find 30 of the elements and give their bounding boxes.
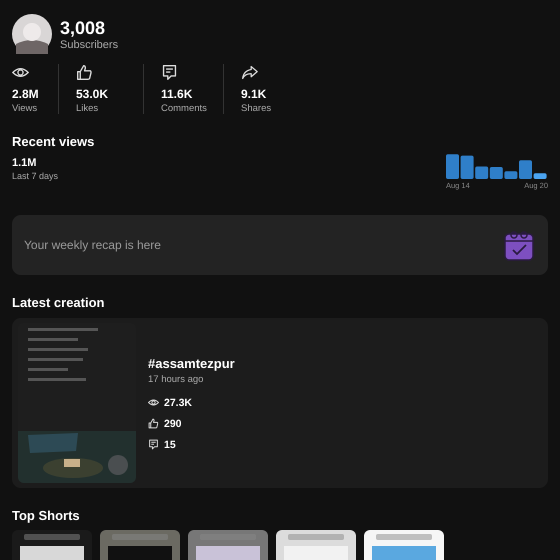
- thumbs-up-icon: [76, 64, 93, 81]
- recap-text: Your weekly recap is here: [24, 238, 161, 252]
- stat-label: Shares: [241, 103, 272, 114]
- thumbs-up-icon: [148, 418, 159, 429]
- avatar: [12, 14, 52, 54]
- comment-icon: [161, 64, 178, 81]
- views-total: 1.1M: [12, 157, 38, 169]
- section-title: Recent views: [12, 134, 96, 149]
- share-icon: [241, 64, 258, 81]
- metric-value: 27.3K: [164, 396, 192, 408]
- stat-value: 2.8M: [12, 87, 39, 101]
- stat-value: 53.0K: [76, 87, 108, 101]
- subscriber-count: 3,008: [60, 18, 106, 38]
- subscribers-label: Subscribers: [60, 38, 118, 50]
- section-title: Latest creation: [12, 295, 106, 310]
- latest-video-card[interactable]: #assamtezpur 17 hours ago 27.3K 290 15: [12, 318, 548, 488]
- metric-value: 15: [164, 438, 176, 450]
- stat-label: Likes: [76, 103, 98, 114]
- stat-label: Views: [12, 103, 38, 114]
- stat-value: 11.6K: [161, 87, 192, 101]
- section-title: Top Shorts: [12, 508, 81, 523]
- eye-icon: [148, 397, 159, 408]
- stat-value: 9.1K: [241, 87, 266, 101]
- comment-icon: [148, 439, 159, 450]
- metric-value: 290: [164, 418, 182, 430]
- weekly-recap-card[interactable]: Your weekly recap is here: [12, 215, 548, 275]
- period-label: Last 7 days: [12, 171, 58, 181]
- posted-time: 17 hours ago: [148, 374, 204, 384]
- stat-label: Comments: [161, 103, 207, 114]
- video-title: #assamtezpur: [148, 356, 235, 370]
